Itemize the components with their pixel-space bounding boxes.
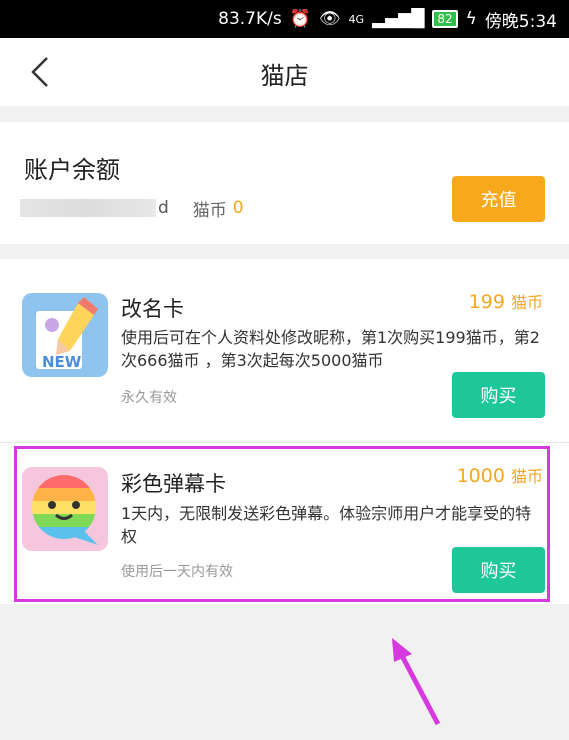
page-title: 猫店 — [260, 62, 309, 90]
item-description: 使用后可在个人资料处修改昵称，第1次购买199猫币，第2次666猫币 ，第3次起… — [121, 328, 540, 370]
buy-button[interactable]: 购买 — [452, 372, 545, 418]
svg-text:NEW: NEW — [42, 353, 82, 371]
account-row: d 猫币 0 — [20, 196, 244, 221]
highlight-box — [14, 446, 550, 602]
blurred-account-name — [20, 199, 156, 217]
balance-title: 账户余额 — [24, 156, 120, 184]
signal-icon: ▂▄▆█ — [372, 9, 425, 29]
rename-card-icon: NEW — [22, 293, 108, 377]
item-name: 改名卡 — [121, 297, 184, 321]
status-bar: 83.7K/s ⏰ 👁 4G ▂▄▆█ 82 ϟ 傍晚5:34 — [0, 0, 569, 38]
clock: 傍晚5:34 — [484, 11, 557, 32]
charging-icon: ϟ — [465, 9, 477, 29]
list-item-rename-card: NEW 改名卡 199 猫币 使用后可在个人资料处修改昵称，第1次购买199猫币… — [0, 259, 569, 442]
app-header: 猫店 — [0, 38, 569, 106]
battery-icon: 82 — [432, 10, 458, 28]
coin-balance: 0 — [232, 198, 244, 218]
coin-label: 猫币 — [192, 200, 227, 221]
item-validity: 永久有效 — [121, 390, 177, 406]
alarm-icon: ⏰ — [289, 9, 311, 29]
item-price: 199 猫币 — [469, 289, 543, 313]
annotation-arrow-icon — [392, 638, 441, 726]
eye-icon: 👁 — [318, 9, 341, 29]
network-type: 4G — [348, 12, 365, 26]
balance-section: 账户余额 d 猫币 0 充值 — [0, 122, 569, 244]
item-price-value: 199 — [468, 291, 505, 313]
item-price-unit: 猫币 — [510, 293, 543, 312]
network-speed: 83.7K/s — [218, 9, 282, 29]
account-suffix: d — [158, 198, 169, 218]
recharge-button[interactable]: 充值 — [452, 176, 545, 222]
